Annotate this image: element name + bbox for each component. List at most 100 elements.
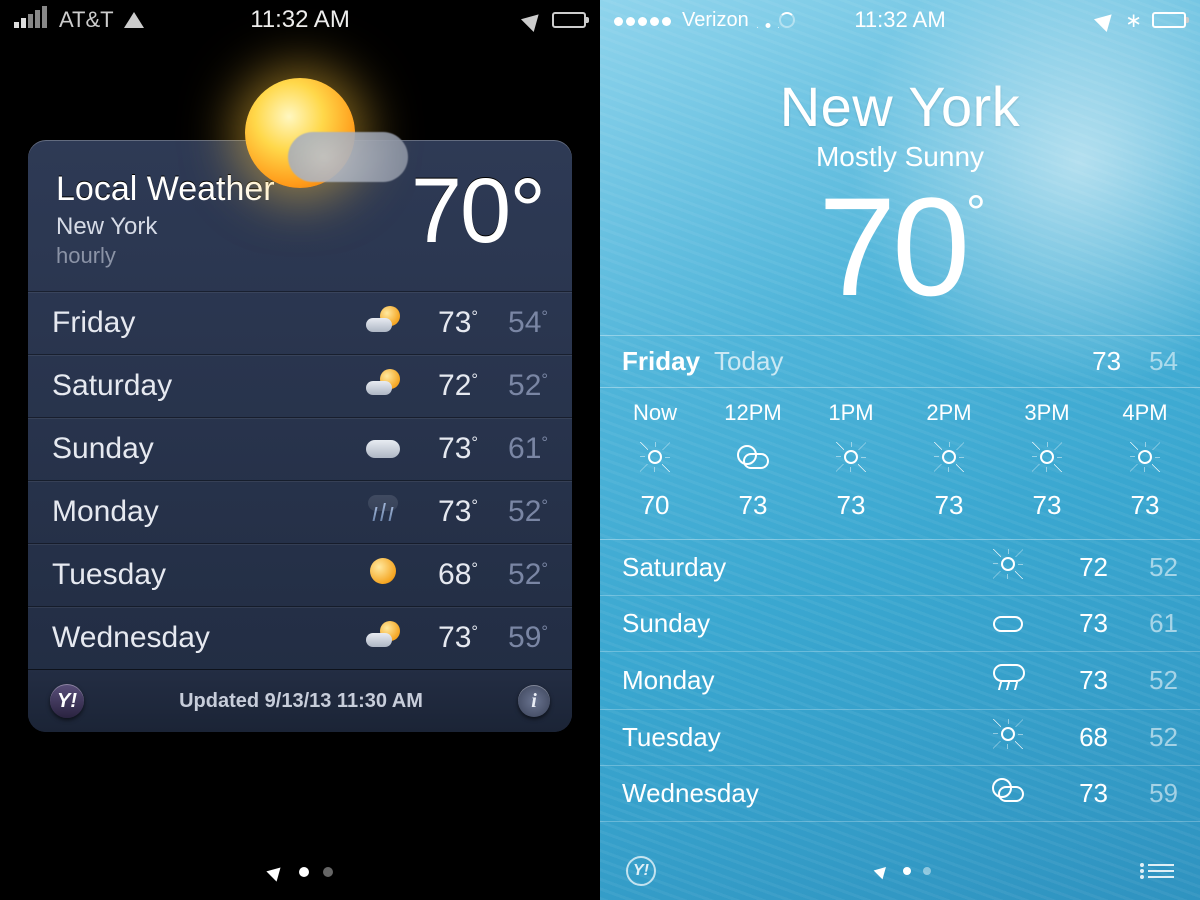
high-temp: 73 bbox=[1038, 608, 1108, 639]
low-temp: 52 bbox=[478, 495, 548, 529]
updated-label: Updated 9/13/13 11:30 AM bbox=[179, 690, 423, 713]
high-temp: 73 bbox=[408, 306, 478, 340]
hour-cell: 12PM 73 bbox=[704, 400, 802, 521]
day-label: Tuesday bbox=[622, 722, 978, 753]
hourly-link[interactable]: hourly bbox=[56, 243, 275, 269]
hour-label: 4PM bbox=[1096, 400, 1194, 426]
low-temp: 52 bbox=[1108, 722, 1178, 753]
list-button-icon[interactable] bbox=[1148, 864, 1174, 878]
weather-card[interactable]: Local Weather New York hourly 70° Friday… bbox=[28, 140, 572, 732]
high-temp: 73 bbox=[408, 621, 478, 655]
sunny-icon bbox=[802, 440, 900, 474]
forecast-row[interactable]: Tuesday 68 52 bbox=[28, 543, 572, 606]
partly-cloudy-icon bbox=[978, 778, 1038, 809]
yahoo-icon[interactable]: Y! bbox=[626, 856, 656, 886]
day-label: Monday bbox=[52, 495, 358, 529]
hour-temp: 73 bbox=[900, 490, 998, 521]
city-label: New York bbox=[600, 74, 1200, 139]
page-dot[interactable] bbox=[299, 867, 309, 877]
yahoo-icon[interactable]: Y! bbox=[50, 684, 84, 718]
sunny-icon bbox=[978, 552, 1038, 583]
forecast-row[interactable]: Friday 73 54 bbox=[28, 291, 572, 354]
day-label: Tuesday bbox=[52, 558, 358, 592]
sunny-icon bbox=[1096, 440, 1194, 474]
sunny-icon bbox=[358, 558, 408, 592]
hourly-forecast[interactable]: Now 70 12PM 73 1PM 73 2PM 73 3PM 73 4PM … bbox=[600, 388, 1200, 540]
page-dot[interactable] bbox=[323, 867, 333, 877]
hour-temp: 73 bbox=[998, 490, 1096, 521]
high-temp: 73 bbox=[1038, 665, 1108, 696]
low-temp: 52 bbox=[1108, 665, 1178, 696]
hour-temp: 70 bbox=[606, 490, 704, 521]
day-label: Wednesday bbox=[52, 621, 358, 655]
today-high: 73 bbox=[1092, 346, 1121, 377]
daily-forecast[interactable]: Saturday 72 52 Sunday 73 61 Monday 73 52… bbox=[600, 540, 1200, 822]
page-dot[interactable] bbox=[903, 867, 911, 875]
forecast-row: Monday 73 52 bbox=[600, 652, 1200, 710]
forecast-row[interactable]: Sunday 73 61 bbox=[28, 417, 572, 480]
today-label: Today bbox=[714, 346, 783, 377]
rain-icon bbox=[358, 495, 408, 529]
forecast-row[interactable]: Monday 73 52 bbox=[28, 480, 572, 543]
page-dot[interactable] bbox=[923, 867, 931, 875]
sunny-icon bbox=[900, 440, 998, 474]
footer: Y! bbox=[600, 856, 1200, 886]
battery-icon bbox=[1152, 12, 1186, 28]
hour-label: 12PM bbox=[704, 400, 802, 426]
current-temp: 70° bbox=[600, 177, 1200, 317]
hour-temp: 73 bbox=[1096, 490, 1194, 521]
day-label: Friday bbox=[52, 306, 358, 340]
high-temp: 73 bbox=[408, 495, 478, 529]
hour-cell: Now 70 bbox=[606, 400, 704, 521]
day-label: Wednesday bbox=[622, 778, 978, 809]
low-temp: 54 bbox=[478, 306, 548, 340]
low-temp: 52 bbox=[478, 558, 548, 592]
current-temp: 70° bbox=[411, 170, 544, 253]
hour-cell: 3PM 73 bbox=[998, 400, 1096, 521]
cloudy-icon bbox=[978, 608, 1038, 639]
high-temp: 72 bbox=[408, 369, 478, 403]
day-label: Sunday bbox=[52, 432, 358, 466]
location-page-icon[interactable] bbox=[874, 863, 891, 880]
forecast-row[interactable]: Saturday 72 52 bbox=[28, 354, 572, 417]
forecast-row: Wednesday 73 59 bbox=[600, 766, 1200, 822]
cloud-icon bbox=[288, 132, 408, 182]
high-temp: 73 bbox=[1038, 778, 1108, 809]
partly-cloudy-icon bbox=[704, 440, 802, 474]
ios6-weather-screen: AT&T 11:32 AM Local Weather New York hou… bbox=[0, 0, 600, 900]
day-label: Monday bbox=[622, 665, 978, 696]
today-summary-row: Friday Today 73 54 bbox=[600, 335, 1200, 388]
high-temp: 68 bbox=[1038, 722, 1108, 753]
info-icon[interactable]: i bbox=[518, 685, 550, 717]
status-bar: AT&T 11:32 AM bbox=[0, 0, 600, 40]
hour-temp: 73 bbox=[802, 490, 900, 521]
forecast-row[interactable]: Wednesday 73 59 bbox=[28, 606, 572, 669]
rain-icon bbox=[978, 664, 1038, 697]
ios7-weather-screen[interactable]: Verizon 11:32 AM ∗ New York Mostly Sunny… bbox=[600, 0, 1200, 900]
forecast-row: Saturday 72 52 bbox=[600, 540, 1200, 596]
hour-cell: 1PM 73 bbox=[802, 400, 900, 521]
page-indicator[interactable] bbox=[0, 864, 600, 880]
today-day: Friday bbox=[622, 346, 700, 377]
low-temp: 52 bbox=[1108, 552, 1178, 583]
status-bar: Verizon 11:32 AM ∗ bbox=[600, 0, 1200, 40]
hour-temp: 73 bbox=[704, 490, 802, 521]
sunny-icon bbox=[606, 440, 704, 474]
day-label: Sunday bbox=[622, 608, 978, 639]
hour-label: 2PM bbox=[900, 400, 998, 426]
battery-icon bbox=[552, 12, 586, 28]
card-footer: Y! Updated 9/13/13 11:30 AM i bbox=[28, 669, 572, 732]
low-temp: 52 bbox=[478, 369, 548, 403]
hour-cell: 2PM 73 bbox=[900, 400, 998, 521]
high-temp: 68 bbox=[408, 558, 478, 592]
sunny-icon bbox=[978, 722, 1038, 753]
low-temp: 61 bbox=[1108, 608, 1178, 639]
page-indicator[interactable] bbox=[873, 863, 931, 879]
header: New York Mostly Sunny 70° bbox=[600, 74, 1200, 317]
cloudy-icon bbox=[358, 432, 408, 466]
location-page-icon[interactable] bbox=[266, 862, 285, 881]
partly-cloudy-icon bbox=[358, 306, 408, 340]
clock-label: 11:32 AM bbox=[0, 6, 600, 34]
high-temp: 73 bbox=[408, 432, 478, 466]
low-temp: 61 bbox=[478, 432, 548, 466]
